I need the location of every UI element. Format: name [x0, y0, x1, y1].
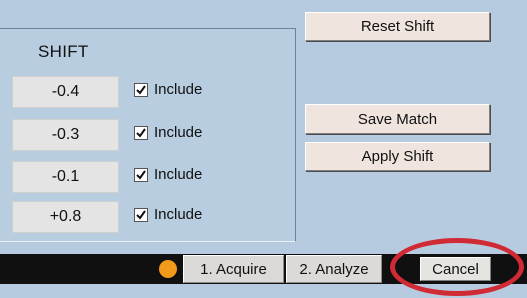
- include-checkbox[interactable]: [134, 126, 148, 140]
- shift-value-field[interactable]: -0.3: [12, 119, 119, 151]
- include-label: Include: [154, 206, 203, 223]
- shift-panel: SHIFT -0.4 Include -0.3 Include -0.1 Inc…: [0, 28, 296, 242]
- apply-shift-button[interactable]: Apply Shift: [305, 142, 490, 171]
- checkmark-icon: [136, 128, 146, 138]
- include-label: Include: [154, 124, 203, 141]
- checkmark-icon: [136, 85, 146, 95]
- include-checkbox[interactable]: [134, 168, 148, 182]
- include-label: Include: [154, 81, 203, 98]
- checkmark-icon: [136, 210, 146, 220]
- include-checkbox[interactable]: [134, 83, 148, 97]
- status-indicator-icon: [159, 260, 177, 278]
- shift-header: SHIFT: [38, 42, 89, 61]
- tab-analyze[interactable]: 2. Analyze: [286, 255, 382, 283]
- cancel-button[interactable]: Cancel: [420, 257, 491, 281]
- reset-shift-button[interactable]: Reset Shift: [305, 12, 490, 41]
- checkmark-icon: [136, 170, 146, 180]
- shift-value-field[interactable]: +0.8: [12, 201, 119, 233]
- shift-value-field[interactable]: -0.4: [12, 76, 119, 108]
- save-match-button[interactable]: Save Match: [305, 104, 490, 134]
- include-label: Include: [154, 166, 203, 183]
- tab-acquire[interactable]: 1. Acquire: [183, 255, 284, 283]
- shift-value-field[interactable]: -0.1: [12, 161, 119, 193]
- include-checkbox[interactable]: [134, 208, 148, 222]
